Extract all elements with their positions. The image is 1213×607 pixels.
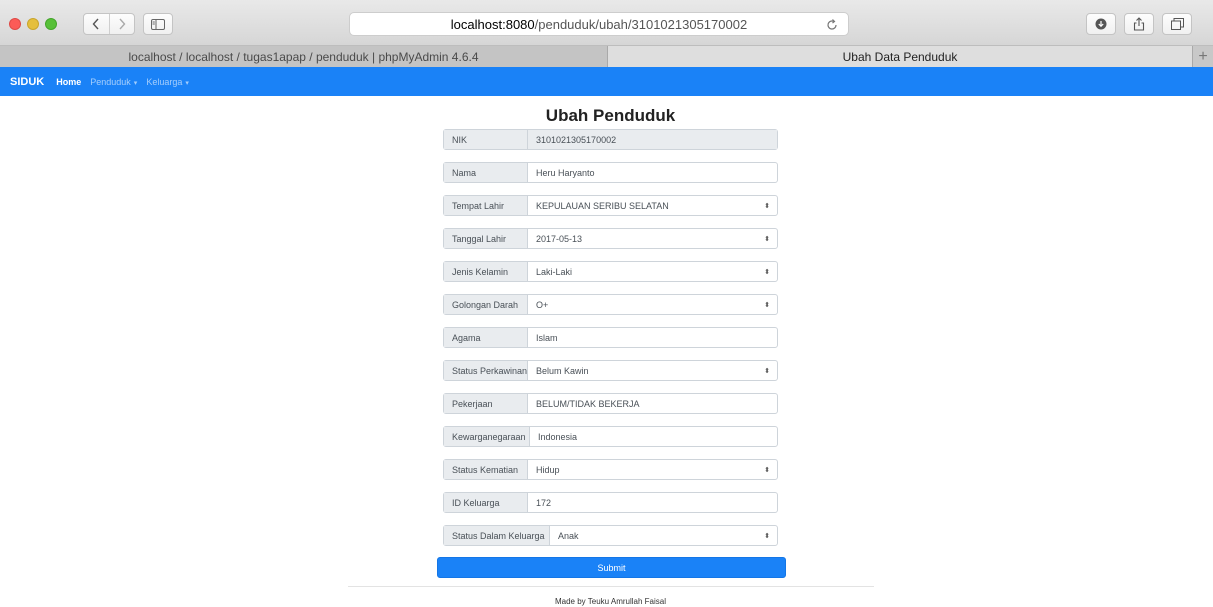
- input-nik: 3101021305170002: [528, 130, 777, 149]
- select-tanggal-lahir[interactable]: 2017-05-13: [528, 229, 757, 248]
- tabs-icon: [1170, 18, 1184, 30]
- select-arrows-icon[interactable]: ⬍: [757, 460, 777, 479]
- input-id-keluarga[interactable]: 172: [528, 493, 777, 512]
- input-nama[interactable]: Heru Haryanto: [528, 163, 777, 182]
- form-row-status-perkawinan: Status Perkawinan Belum Kawin ⬍: [443, 360, 778, 381]
- form-row-kewarganegaraan: Kewarganegaraan Indonesia: [443, 426, 778, 447]
- select-status-perkawinan[interactable]: Belum Kawin: [528, 361, 757, 380]
- tab-bar: localhost / localhost / tugas1apap / pen…: [0, 46, 1213, 67]
- tab-ubah-data-penduduk[interactable]: Ubah Data Penduduk: [608, 46, 1192, 67]
- page-title: Ubah Penduduk: [545, 106, 676, 125]
- address-bar[interactable]: localhost:8080/penduduk/ubah/31010213051…: [349, 12, 849, 36]
- form-row-tanggal-lahir: Tanggal Lahir 2017-05-13 ⬍: [443, 228, 778, 249]
- browser-toolbar: localhost:8080/penduduk/ubah/31010213051…: [0, 0, 1213, 46]
- reload-button[interactable]: [824, 17, 840, 33]
- select-status-kematian[interactable]: Hidup: [528, 460, 757, 479]
- url-host: localhost:8080: [450, 16, 535, 32]
- navbar-brand[interactable]: SIDUK: [10, 76, 44, 88]
- reload-icon: [827, 19, 837, 30]
- download-icon: [1095, 18, 1107, 30]
- field-label-id-keluarga: ID Keluarga: [444, 493, 528, 512]
- chevron-right-icon: [119, 18, 126, 30]
- tab-overview-button[interactable]: [1162, 13, 1192, 35]
- submit-button[interactable]: Submit: [437, 557, 786, 578]
- form-row-pekerjaan: Pekerjaan BELUM/TIDAK BEKERJA: [443, 393, 778, 414]
- select-jenis-kelamin[interactable]: Laki-Laki: [528, 262, 757, 281]
- field-label-tempat-lahir: Tempat Lahir: [444, 196, 528, 215]
- new-tab-button[interactable]: +: [1192, 46, 1213, 67]
- form-row-nik: NIK 3101021305170002: [443, 129, 778, 150]
- form-row-nama: Nama Heru Haryanto: [443, 162, 778, 183]
- select-arrows-icon[interactable]: ⬍: [757, 196, 777, 215]
- field-label-pekerjaan: Pekerjaan: [444, 394, 528, 413]
- select-golongan-darah[interactable]: O+: [528, 295, 757, 314]
- nav-penduduk-dropdown[interactable]: Penduduk ▾: [90, 77, 137, 87]
- forward-button[interactable]: [108, 14, 135, 34]
- caret-down-icon: ▾: [185, 79, 189, 87]
- input-agama[interactable]: Islam: [528, 328, 777, 347]
- nav-penduduk-label: Penduduk: [90, 76, 131, 87]
- url-path: /penduduk/ubah/3101021305170002: [534, 16, 748, 32]
- field-label-tanggal-lahir: Tanggal Lahir: [444, 229, 528, 248]
- back-button[interactable]: [84, 14, 109, 34]
- chevron-left-icon: [92, 18, 99, 30]
- close-window-button[interactable]: [9, 18, 21, 30]
- zoom-window-button[interactable]: [45, 18, 57, 30]
- sidebar-toggle-button[interactable]: [143, 13, 173, 35]
- caret-down-icon: ▾: [133, 79, 138, 87]
- share-icon: [1133, 17, 1145, 31]
- footer-credit: Made by Teuku Amrullah Faisal: [554, 597, 667, 606]
- input-pekerjaan[interactable]: BELUM/TIDAK BEKERJA: [528, 394, 777, 413]
- form-row-status-kematian: Status Kematian Hidup ⬍: [443, 459, 778, 480]
- form-row-golongan-darah: Golongan Darah O+ ⬍: [443, 294, 778, 315]
- history-navigation: [83, 13, 135, 35]
- field-label-status-dalam-keluarga: Status Dalam Keluarga: [444, 526, 550, 545]
- field-label-agama: Agama: [444, 328, 528, 347]
- select-arrows-icon[interactable]: ⬍: [757, 262, 777, 281]
- form-row-id-keluarga: ID Keluarga 172: [443, 492, 778, 513]
- form-row-agama: Agama Islam: [443, 327, 778, 348]
- downloads-button[interactable]: [1086, 13, 1116, 35]
- share-button[interactable]: [1124, 13, 1154, 35]
- app-navbar: SIDUK Home Penduduk ▾ Keluarga ▾: [0, 67, 1213, 96]
- nav-home[interactable]: Home: [56, 77, 81, 87]
- select-tempat-lahir[interactable]: KEPULAUAN SERIBU SELATAN: [528, 196, 757, 215]
- field-label-status-kematian: Status Kematian: [444, 460, 528, 479]
- nav-keluarga-dropdown[interactable]: Keluarga ▾: [146, 77, 189, 87]
- minimize-window-button[interactable]: [27, 18, 39, 30]
- form-row-tempat-lahir: Tempat Lahir KEPULAUAN SERIBU SELATAN ⬍: [443, 195, 778, 216]
- nav-keluarga-label: Keluarga: [146, 76, 183, 87]
- field-label-nik: NIK: [444, 130, 528, 149]
- form-row-jenis-kelamin: Jenis Kelamin Laki-Laki ⬍: [443, 261, 778, 282]
- select-arrows-icon[interactable]: ⬍: [757, 526, 777, 545]
- form-row-status-dalam-keluarga: Status Dalam Keluarga Anak ⬍: [443, 525, 778, 546]
- select-status-dalam-keluarga[interactable]: Anak: [550, 526, 757, 545]
- field-label-status-perkawinan: Status Perkawinan: [444, 361, 528, 380]
- tab-phpmyadmin[interactable]: localhost / localhost / tugas1apap / pen…: [0, 46, 608, 67]
- sidebar-icon: [151, 18, 165, 30]
- field-label-kewarganegaraan: Kewarganegaraan: [444, 427, 530, 446]
- field-label-golongan-darah: Golongan Darah: [444, 295, 528, 314]
- input-kewarganegaraan[interactable]: Indonesia: [530, 427, 777, 446]
- field-label-jenis-kelamin: Jenis Kelamin: [444, 262, 528, 281]
- footer-divider: [348, 586, 874, 587]
- field-label-nama: Nama: [444, 163, 528, 182]
- select-arrows-icon[interactable]: ⬍: [757, 229, 777, 248]
- select-arrows-icon[interactable]: ⬍: [757, 361, 777, 380]
- select-arrows-icon[interactable]: ⬍: [757, 295, 777, 314]
